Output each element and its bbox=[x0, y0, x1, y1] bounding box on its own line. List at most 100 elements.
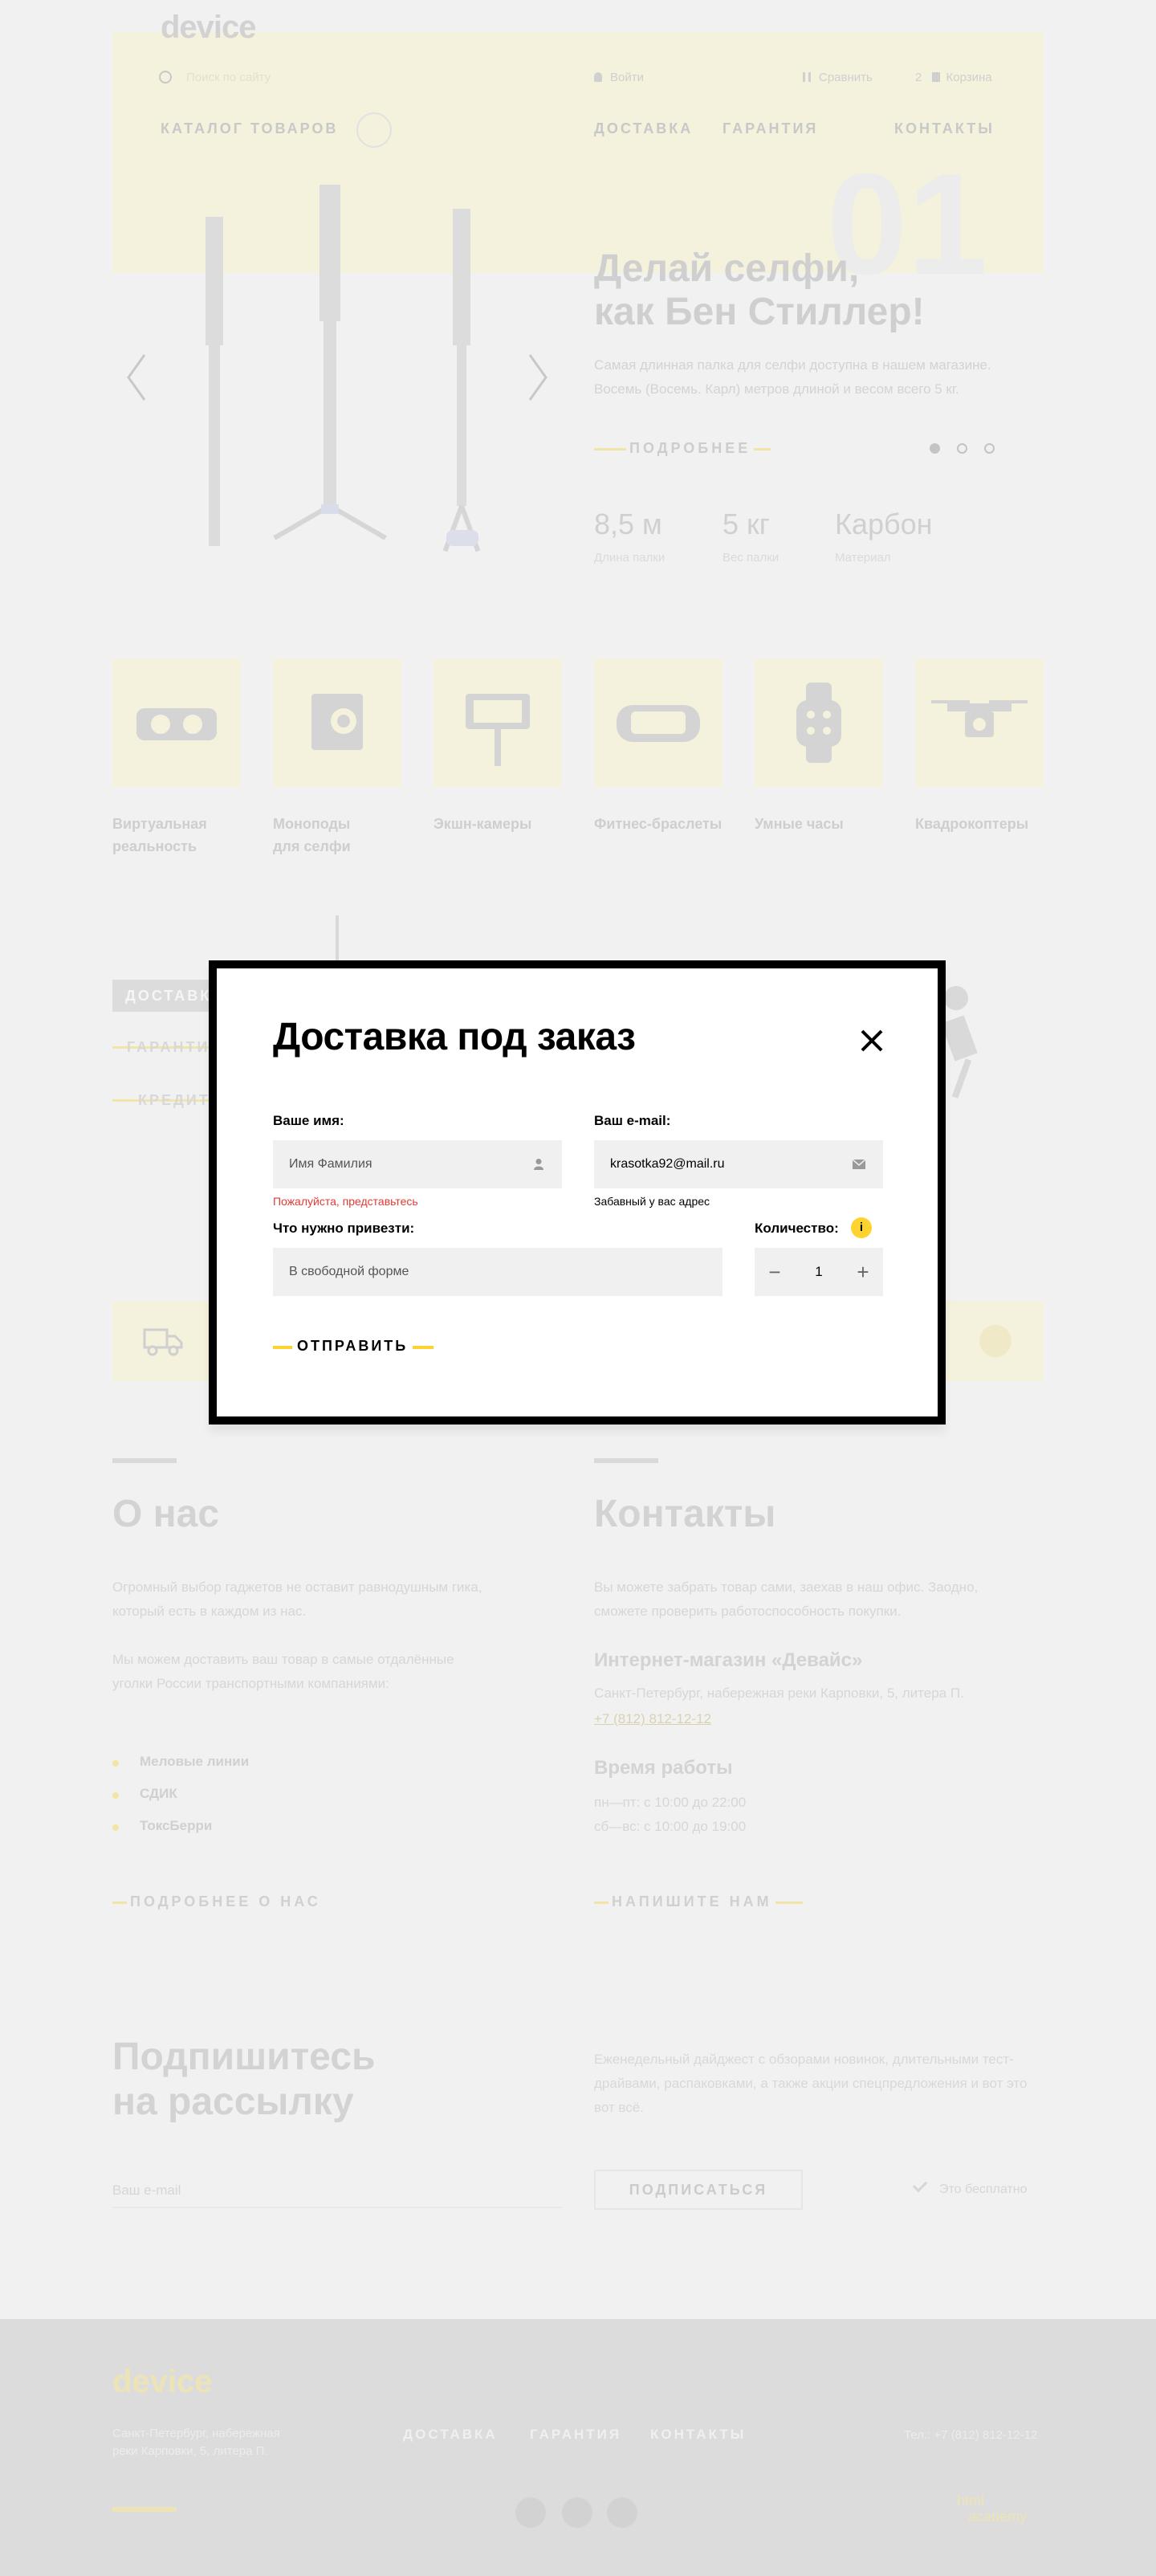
category-tile-monopods[interactable] bbox=[273, 658, 401, 787]
drone-icon bbox=[931, 700, 1028, 737]
hours-weekend: сб—вс: с 10:00 до 19:00 bbox=[594, 1819, 747, 1834]
plus-icon[interactable]: + bbox=[843, 1248, 883, 1296]
user-icon bbox=[534, 1159, 543, 1170]
spec-length-value: 8,5 м bbox=[594, 507, 662, 540]
submit-button[interactable]: ОТПРАВИТЬ bbox=[273, 1338, 434, 1357]
quantity-label: Количество: bbox=[755, 1221, 839, 1236]
instagram-icon[interactable] bbox=[607, 2497, 637, 2528]
hero-product-image bbox=[185, 177, 506, 578]
search-placeholder[interactable]: Поиск по сайту bbox=[186, 71, 271, 84]
list-bullet bbox=[112, 1792, 119, 1799]
close-icon[interactable] bbox=[861, 1029, 883, 1052]
slider-prev-arrow[interactable] bbox=[125, 353, 149, 401]
category-label-drones[interactable]: Квадрокоптеры bbox=[915, 813, 1028, 835]
footer-accent-line bbox=[112, 2507, 177, 2512]
category-tile-action-cams[interactable] bbox=[434, 658, 562, 787]
minus-icon[interactable]: − bbox=[755, 1248, 795, 1296]
hero-text: Самая длинная палка для селфи доступна в… bbox=[594, 357, 991, 397]
slider-dot-2[interactable] bbox=[957, 443, 967, 454]
about-title: О нас bbox=[112, 1493, 220, 1535]
footer-logo[interactable]: device bbox=[112, 2364, 213, 2400]
email-hint: Забавный у вас адрес bbox=[594, 1195, 710, 1208]
nav-contacts[interactable]: КОНТАКТЫ bbox=[894, 120, 995, 137]
category-tile-drones[interactable] bbox=[915, 658, 1044, 787]
service-tab-credit[interactable]: КРЕДИТ bbox=[138, 1092, 210, 1109]
catalog-toggle[interactable] bbox=[356, 112, 392, 148]
subscribe-text: Еженедельный дайджест с обзорами новинок… bbox=[594, 2052, 1028, 2115]
mail-icon bbox=[853, 1160, 865, 1169]
subscribe-button[interactable]: ПОДПИСАТЬСЯ bbox=[594, 2170, 803, 2210]
footer-nav-warranty[interactable]: ГАРАНТИЯ bbox=[530, 2427, 621, 2443]
hours-title: Время работы bbox=[594, 1757, 733, 1779]
subscribe-email-input[interactable]: Ваш e-mail bbox=[112, 2183, 181, 2199]
compare-icon bbox=[803, 72, 811, 82]
contacts-title: Контакты bbox=[594, 1493, 776, 1535]
category-label-fitness[interactable]: Фитнес-браслеты bbox=[594, 813, 722, 835]
company-item: СДИК bbox=[140, 1786, 177, 1801]
about-text-1: Огромный выбор гаджетов не оставит равно… bbox=[112, 1579, 482, 1619]
login-link[interactable]: Войти bbox=[594, 71, 644, 84]
phone-monopod-icon bbox=[466, 694, 530, 766]
hero-more-button[interactable]: ПОДРОБНЕЕ bbox=[594, 440, 771, 458]
shop-title: Интернет-магазин «Девайс» bbox=[594, 1649, 863, 1671]
quantity-stepper: − 1 + bbox=[755, 1248, 883, 1296]
category-label-watches[interactable]: Умные часы bbox=[755, 813, 844, 835]
spec-length-label: Длина палки bbox=[594, 551, 666, 565]
footer-phone[interactable]: Тел.: +7 (812) 812-12-12 bbox=[904, 2428, 1037, 2442]
name-input[interactable] bbox=[273, 1140, 562, 1188]
action-camera-icon bbox=[311, 694, 363, 750]
name-field[interactable] bbox=[273, 1140, 562, 1188]
html-academy-logo[interactable]: html academy bbox=[957, 2492, 1027, 2525]
search-icon[interactable] bbox=[159, 71, 172, 84]
truck-icon bbox=[143, 1328, 183, 1356]
nav-delivery[interactable]: ДОСТАВКА bbox=[594, 120, 693, 137]
spec-weight-value: 5 кг bbox=[722, 507, 770, 540]
slider-dot-3[interactable] bbox=[984, 443, 995, 454]
vr-headset-icon bbox=[136, 708, 217, 740]
shop-phone-link[interactable]: +7 (812) 812-12-12 bbox=[594, 1707, 971, 1731]
quantity-value[interactable]: 1 bbox=[795, 1248, 843, 1296]
spec-material-value: Карбон bbox=[835, 507, 933, 540]
cart-count: 2 bbox=[915, 71, 922, 84]
name-label: Ваше имя: bbox=[273, 1113, 344, 1128]
category-tile-fitness[interactable] bbox=[594, 658, 722, 787]
info-icon[interactable]: i bbox=[851, 1217, 872, 1238]
subscribe-title: Подпишитесь на рассылку bbox=[112, 2036, 376, 2123]
footer-address: Санкт-Петербург, набережная реки Карповки… bbox=[112, 2427, 280, 2458]
smart-watch-icon bbox=[796, 683, 841, 763]
what-field[interactable] bbox=[273, 1248, 722, 1296]
logo[interactable]: device bbox=[161, 10, 257, 46]
category-label-monopods[interactable]: Моноподы для селфи bbox=[273, 813, 351, 858]
facebook-icon[interactable] bbox=[515, 2497, 546, 2528]
cart-link[interactable]: 2 Корзина bbox=[915, 71, 992, 84]
footer-nav-contacts[interactable]: КОНТАКТЫ bbox=[650, 2427, 746, 2443]
shop-address: Санкт-Петербург, набережная реки Карповк… bbox=[594, 1685, 964, 1701]
compare-link[interactable]: Сравнить bbox=[803, 71, 873, 84]
contacts-text: Вы можете забрать товар сами, заехав в н… bbox=[594, 1579, 979, 1619]
category-tile-watches[interactable] bbox=[755, 658, 883, 787]
category-label-vr[interactable]: Виртуальная реальность bbox=[112, 813, 207, 858]
catalog-link[interactable]: КАТАЛОГ ТОВАРОВ bbox=[161, 120, 338, 137]
user-icon bbox=[594, 72, 602, 82]
email-field[interactable] bbox=[594, 1140, 883, 1188]
modal-title: Доставка под заказ bbox=[273, 1016, 636, 1058]
about-line bbox=[112, 1458, 177, 1463]
list-bullet bbox=[112, 1824, 119, 1831]
slider-next-arrow[interactable] bbox=[525, 353, 549, 401]
email-input[interactable] bbox=[594, 1140, 883, 1188]
about-more-button[interactable]: ПОДРОБНЕЕ О НАС bbox=[112, 1893, 324, 1911]
email-label: Ваш e-mail: bbox=[594, 1113, 671, 1128]
company-item: ТоксБерри bbox=[140, 1818, 213, 1833]
what-input[interactable] bbox=[273, 1248, 722, 1296]
vk-icon[interactable] bbox=[562, 2497, 592, 2528]
contacts-line bbox=[594, 1458, 658, 1463]
hours-weekdays: пн—пт: с 10:00 до 22:00 bbox=[594, 1795, 747, 1810]
subscribe-free-note: Это бесплатно bbox=[939, 2183, 1028, 2196]
spec-weight-label: Вес палки bbox=[722, 551, 779, 565]
category-tile-vr[interactable] bbox=[112, 658, 241, 787]
slider-dot-1[interactable] bbox=[930, 443, 940, 454]
nav-warranty[interactable]: ГАРАНТИЯ bbox=[722, 120, 818, 137]
category-label-action-cams[interactable]: Экшн-камеры bbox=[434, 813, 531, 835]
write-us-button[interactable]: НАПИШИТЕ НАМ bbox=[594, 1893, 803, 1911]
footer-nav-delivery[interactable]: ДОСТАВКА bbox=[403, 2427, 498, 2443]
